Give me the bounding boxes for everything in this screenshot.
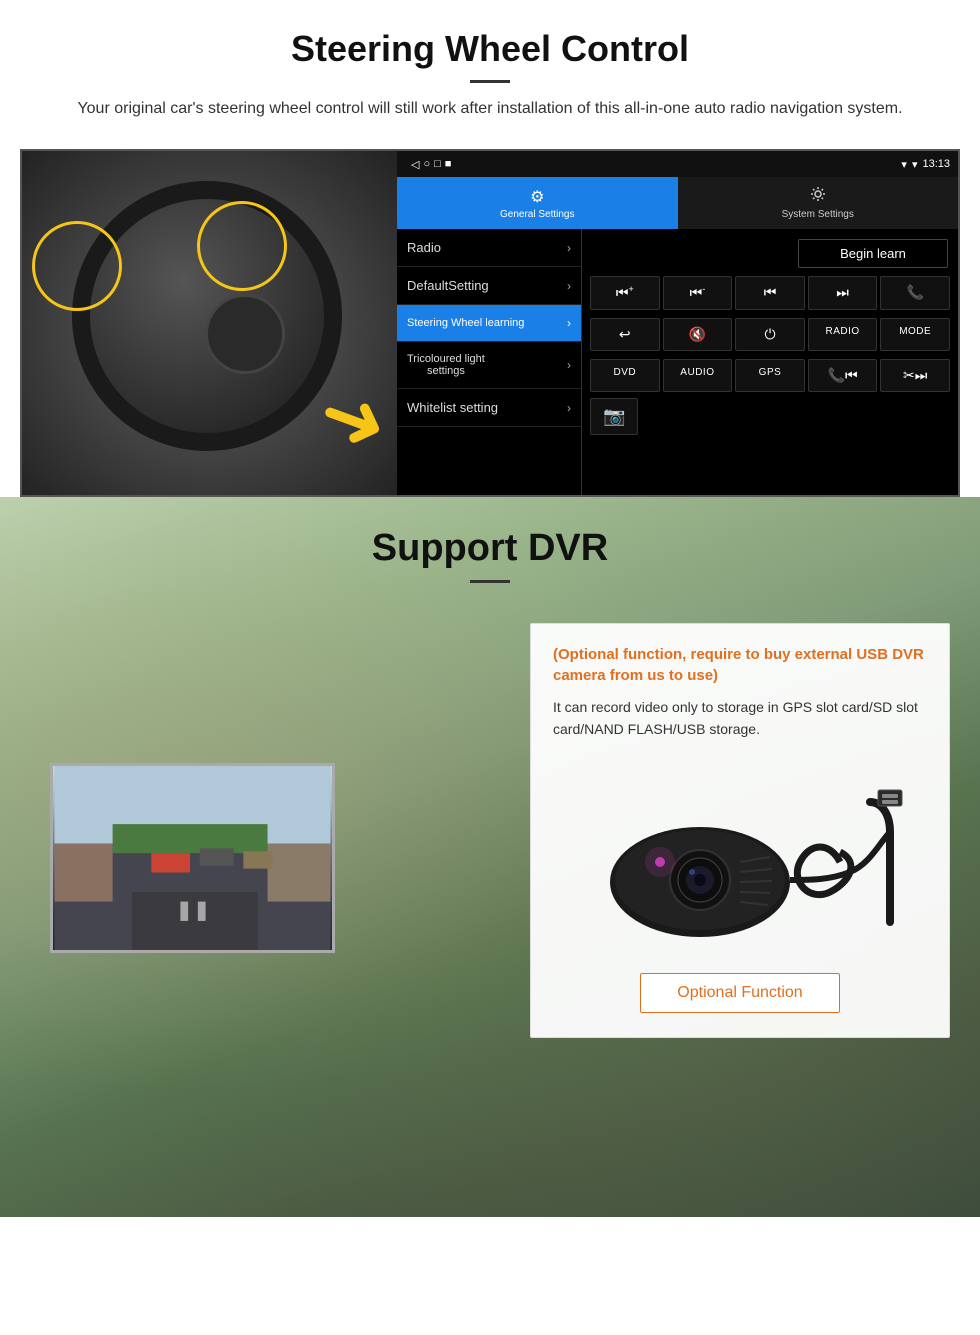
menu-whitelist-label: Whitelist setting — [407, 400, 498, 415]
tab-general-label: General Settings — [500, 209, 575, 220]
ctrl-audio[interactable]: AUDIO — [663, 359, 733, 392]
dvr-right-col: (Optional function, require to buy exter… — [530, 623, 950, 1038]
ctrl-gps[interactable]: GPS — [735, 359, 805, 392]
ctrl-next[interactable]: ⏭ — [808, 276, 878, 310]
ctrl-phone[interactable]: 📞 — [880, 276, 950, 310]
steering-ui-container: ➜ ◁ ○ □ ■ ▾ ▾ 13:13 ⚙ General — [20, 149, 960, 497]
back-icon: ◁ — [411, 158, 419, 171]
steering-photo: ➜ — [22, 151, 397, 497]
chevron-whitelist: › — [567, 401, 571, 415]
steering-header: Steering Wheel Control Your original car… — [0, 0, 980, 131]
steering-section: Steering Wheel Control Your original car… — [0, 0, 980, 497]
begin-learn-row: Begin learn — [586, 235, 954, 270]
chevron-defaultsetting: › — [567, 279, 571, 293]
menu-radio-label: Radio — [407, 240, 441, 255]
chevron-swlearning: › — [567, 316, 571, 330]
header-divider — [470, 80, 510, 83]
ctrl-prev[interactable]: ⏮ — [735, 276, 805, 310]
ctrl-grid-row1: ⏮+ ⏮- ⏮ ⏭ 📞 — [586, 274, 954, 312]
ctrl-radio[interactable]: RADIO — [808, 318, 878, 351]
ctrl-dvd[interactable]: DVD — [590, 359, 660, 392]
tab-system-settings[interactable]: System Settings — [678, 177, 959, 229]
dvr-body: (Optional function, require to buy exter… — [0, 593, 980, 1058]
settings-icon — [810, 186, 826, 207]
wifi-icon: ▾ — [912, 158, 918, 171]
dvr-header: Support DVR — [0, 497, 980, 593]
dvr-content: Support DVR — [0, 497, 980, 1058]
menu-item-swlearning[interactable]: Steering Wheel learning › — [397, 305, 581, 342]
clock: 13:13 — [922, 158, 950, 170]
android-ui-panel: ◁ ○ □ ■ ▾ ▾ 13:13 ⚙ General Settings — [397, 151, 958, 495]
ctrl-back[interactable]: ↩ — [590, 318, 660, 351]
nav-icons: ◁ ○ □ ■ — [411, 158, 451, 171]
dvr-section: Support DVR — [0, 497, 980, 1217]
highlight-circle-right — [197, 201, 287, 291]
gear-icon: ⚙ — [530, 187, 544, 207]
dvr-left-col — [30, 623, 510, 953]
menu-defaultsetting-label: DefaultSetting — [407, 278, 489, 293]
recents-icon: □ — [434, 158, 441, 171]
dvr-info-box: (Optional function, require to buy exter… — [530, 623, 950, 1038]
ctrl-row-extra: 📷 — [586, 398, 954, 435]
steering-description: Your original car's steering wheel contr… — [60, 97, 920, 121]
tab-general-settings[interactable]: ⚙ General Settings — [397, 177, 678, 229]
chevron-tricoloured: › — [567, 358, 571, 372]
menu-item-defaultsetting[interactable]: DefaultSetting › — [397, 267, 581, 305]
android-tabs: ⚙ General Settings System Settings — [397, 177, 958, 229]
menu-icon: ■ — [445, 158, 452, 171]
dvr-camera-image — [553, 757, 927, 957]
ctrl-cut-next[interactable]: ✂⏭ — [880, 359, 950, 392]
ctrl-grid-row3: DVD AUDIO GPS 📞⏮ ✂⏭ — [586, 357, 954, 394]
chevron-radio: › — [567, 241, 571, 255]
signal-icon: ▾ — [901, 158, 907, 171]
android-menu: Radio › DefaultSetting › Steering Wheel … — [397, 229, 958, 495]
menu-tricoloured-label: Tricoloured lightsettings — [407, 353, 485, 377]
dvr-optional-text: (Optional function, require to buy exter… — [553, 644, 927, 686]
tab-system-label: System Settings — [782, 209, 854, 220]
dvr-thumbnail — [50, 763, 335, 953]
ctrl-camera[interactable]: 📷 — [590, 398, 638, 435]
ctrl-power[interactable]: ⏻ — [735, 318, 805, 351]
android-statusbar: ◁ ○ □ ■ ▾ ▾ 13:13 — [397, 151, 958, 177]
dvr-divider — [470, 580, 510, 583]
ctrl-vol-plus[interactable]: ⏮+ — [590, 276, 660, 310]
ctrl-grid-row2: ↩ 🔇 ⏻ RADIO MODE — [586, 316, 954, 353]
ctrl-mute[interactable]: 🔇 — [663, 318, 733, 351]
ctrl-mode[interactable]: MODE — [880, 318, 950, 351]
dvr-title: Support DVR — [60, 527, 920, 570]
menu-swlearning-label: Steering Wheel learning — [407, 317, 524, 329]
menu-item-radio[interactable]: Radio › — [397, 229, 581, 267]
dvr-description-text: It can record video only to storage in G… — [553, 696, 927, 741]
ctrl-vol-minus[interactable]: ⏮- — [663, 276, 733, 310]
menu-item-tricoloured[interactable]: Tricoloured lightsettings › — [397, 342, 581, 389]
sw-center — [205, 294, 285, 374]
steering-title: Steering Wheel Control — [60, 28, 920, 70]
begin-learn-button[interactable]: Begin learn — [798, 239, 948, 268]
optional-function-button[interactable]: Optional Function — [640, 973, 840, 1013]
ctrl-phone-prev[interactable]: 📞⏮ — [808, 359, 878, 392]
menu-left-panel: Radio › DefaultSetting › Steering Wheel … — [397, 229, 582, 495]
highlight-circle-left — [32, 221, 122, 311]
home-icon: ○ — [423, 158, 430, 171]
dvr-thumbnail-image — [53, 766, 332, 950]
menu-item-whitelist[interactable]: Whitelist setting › — [397, 389, 581, 427]
menu-right-panel: Begin learn ⏮+ ⏮- ⏮ ⏭ 📞 ↩ 🔇 ⏻ — [582, 229, 958, 495]
